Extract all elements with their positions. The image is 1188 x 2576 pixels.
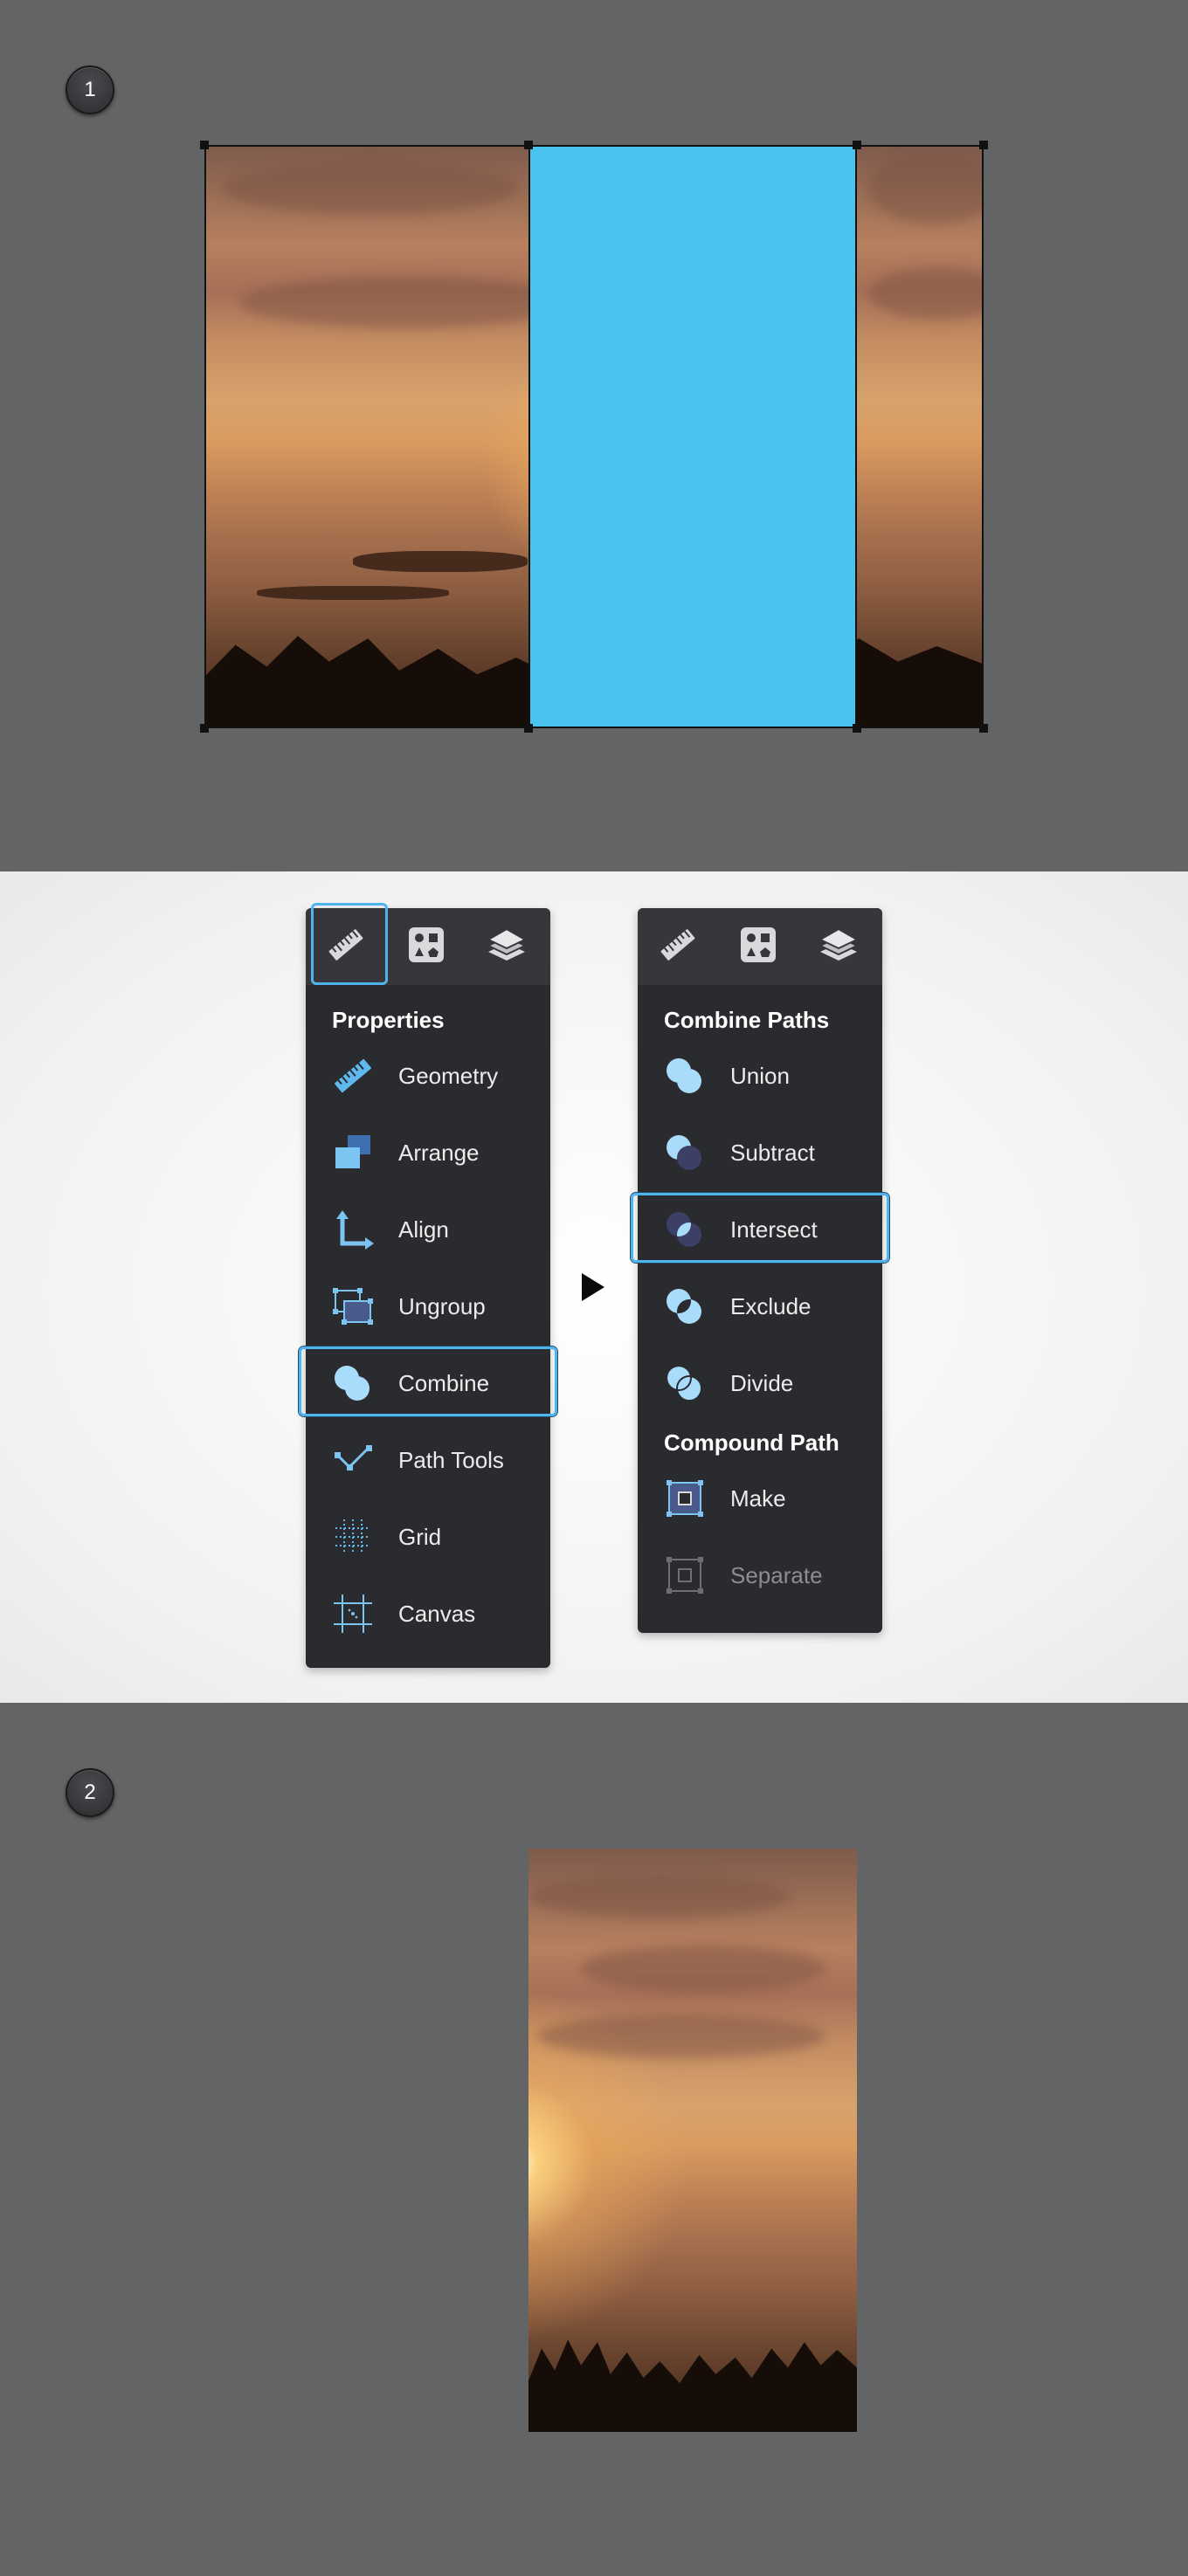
step-2-canvas: 2 [0,1703,1188,2576]
menu-item-union[interactable]: Union [638,1037,882,1114]
combine-paths-menu: Combine Paths Union Subtract Intersect E… [631,908,889,1633]
ruler-icon [328,1051,377,1100]
tab-layers[interactable] [798,908,879,985]
menu-item-separate[interactable]: Separate [638,1537,882,1614]
selection-handle[interactable] [853,141,861,149]
menu-item-label: Subtract [730,1139,815,1166]
menu-item-label: Intersect [730,1216,818,1243]
menu-item-label: Combine [398,1369,490,1396]
tab-shapes[interactable] [718,908,798,985]
path-tools-icon [328,1436,377,1484]
tab-layers[interactable] [466,908,547,985]
selection-handle[interactable] [979,141,988,149]
divide-icon [660,1359,709,1408]
menu-tabs [638,908,882,985]
menu-item-grid[interactable]: Grid [306,1498,550,1575]
menu-item-combine[interactable]: Combine [299,1345,557,1422]
menu-item-label: Grid [398,1523,442,1550]
menu-item-path-tools[interactable]: Path Tools [306,1422,550,1498]
separate-icon [660,1551,709,1600]
step-badge-1: 1 [66,65,114,114]
arrange-icon [328,1128,377,1177]
ruler-icon [659,926,697,968]
selection-handle[interactable] [524,141,533,149]
menu-item-label: Separate [730,1561,823,1588]
menu-item-divide[interactable]: Divide [638,1345,882,1422]
menu-item-label: Geometry [398,1062,499,1089]
selection-handle[interactable] [979,724,988,733]
combine-icon [328,1359,377,1408]
exclude-icon [660,1282,709,1331]
canvas-icon [328,1589,377,1638]
menu-item-ungroup[interactable]: Ungroup [306,1268,550,1345]
menu-item-canvas[interactable]: Canvas [306,1575,550,1652]
menu-item-label: Canvas [398,1600,476,1627]
step-badge-2: 2 [66,1768,114,1817]
layers-icon [818,926,860,968]
tab-properties[interactable] [638,908,718,985]
menu-item-label: Align [398,1216,449,1243]
menu-item-label: Path Tools [398,1446,504,1473]
menu-item-intersect[interactable]: Intersect [631,1191,889,1268]
ungroup-icon [328,1282,377,1331]
selection-handle[interactable] [200,141,209,149]
menu-item-subtract[interactable]: Subtract [638,1114,882,1191]
menu-item-label: Exclude [730,1292,812,1319]
menu-item-align[interactable]: Align [306,1191,550,1268]
subtract-icon [660,1128,709,1177]
menu-tabs [306,903,550,985]
next-step-arrow-icon [582,1273,604,1301]
menu-item-make[interactable]: Make [638,1460,882,1537]
menu-item-label: Divide [730,1369,794,1396]
menu-item-arrange[interactable]: Arrange [306,1114,550,1191]
intersected-sunset-photo[interactable] [528,1849,857,2432]
combine-paths-heading: Combine Paths [664,1007,830,1033]
grid-icon [328,1512,377,1561]
ruler-icon [327,926,365,968]
properties-heading: Properties [332,1007,445,1033]
menu-item-label: Arrange [398,1139,480,1166]
selection-handle[interactable] [853,724,861,733]
tab-shapes[interactable] [386,908,466,985]
selection-bounding-box [204,145,984,728]
make-icon [660,1474,709,1523]
properties-menu: Properties Geometry Arrange Align Ungrou… [299,903,557,1668]
shapes-icon [739,926,777,968]
menu-item-label: Union [730,1062,790,1089]
union-icon [660,1051,709,1100]
shapes-icon [407,926,446,968]
tab-properties[interactable] [306,903,388,985]
selection-handle[interactable] [200,724,209,733]
selection-handle[interactable] [524,724,533,733]
layers-icon [486,926,528,968]
intersect-icon [660,1205,709,1254]
compound-path-heading: Compound Path [664,1429,839,1456]
menu-item-label: Make [730,1484,786,1512]
menu-item-exclude[interactable]: Exclude [638,1268,882,1345]
align-icon [328,1205,377,1254]
step-1-canvas: 1 [0,0,1188,871]
menu-item-label: Ungroup [398,1292,486,1319]
menu-item-geometry[interactable]: Geometry [306,1037,550,1114]
